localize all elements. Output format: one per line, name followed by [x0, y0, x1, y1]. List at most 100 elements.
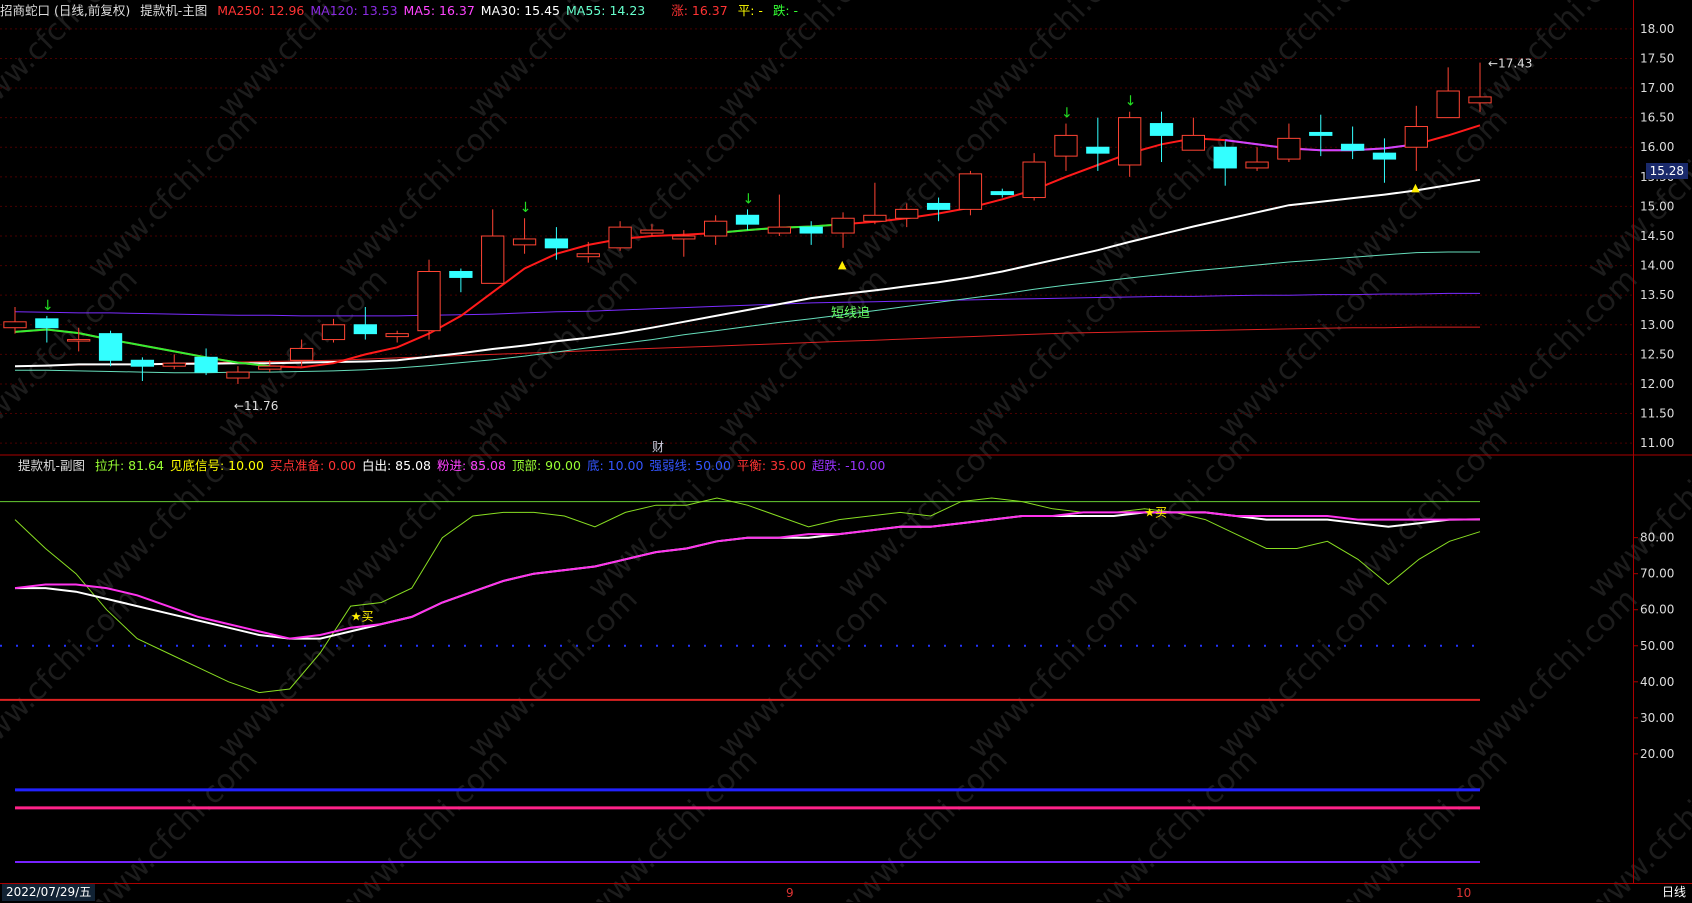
down-arrow-icon: ↓ [1061, 106, 1073, 122]
candle-body [1277, 137, 1301, 160]
candle-body [353, 324, 377, 335]
down-arrow-icon: ↓ [42, 298, 54, 314]
watermark-text: www.cfchi.com [1461, 582, 1645, 766]
candle-body [831, 217, 855, 234]
candle-body [35, 318, 59, 329]
candle-body [576, 253, 600, 258]
candle-body [162, 362, 186, 367]
buy-mark: ★买 [1144, 505, 1167, 519]
sub-indicator-name[interactable]: 提款机-副图 [18, 458, 85, 473]
up-label: 涨: 16.37 [671, 3, 728, 18]
sub-legend-item-9: 超跌: -10.00 [811, 458, 886, 473]
watermark-layer: www.cfchi.com www.cfchi.com www.cfchi.com w… [0, 0, 1692, 902]
candle-body [544, 238, 569, 249]
main-legend-item-3: MA30: 15.45 [480, 3, 561, 18]
candle-body [926, 202, 951, 210]
candle-body [449, 271, 473, 278]
up-triangle-icon: ▲ [1411, 181, 1420, 194]
watermark-text: www.cfchi.com [1081, 422, 1265, 606]
watermark-text: www.cfchi.com [331, 422, 515, 606]
main-legend-item-4: MA55: 14.23 [566, 3, 646, 18]
watermark-text: www.cfchi.com [1331, 422, 1515, 606]
watermark-text: www.cfchi.com [581, 102, 765, 286]
period-label[interactable]: 日线 [1662, 884, 1686, 901]
candle-body [67, 339, 91, 342]
lashen-line [14, 497, 1481, 694]
time-axis[interactable] [0, 883, 1692, 903]
candle-body [895, 208, 919, 219]
watermark-text: www.cfchi.com [81, 102, 265, 286]
down-arrow-icon: ↓ [520, 200, 532, 216]
ma250-line [14, 326, 1480, 367]
candle-body [1468, 96, 1492, 104]
watermark-text: www.cfchi.com [711, 582, 895, 766]
candle-body [321, 324, 346, 341]
stock-name[interactable]: 招商蛇口 (日线,前复权) [0, 3, 130, 18]
watermark-text: www.cfchi.com [1331, 742, 1515, 902]
candle-body [735, 214, 760, 225]
candle-body [1372, 152, 1397, 160]
watermark-text: www.cfchi.com [1211, 582, 1395, 766]
sub-legend-item-1: 见底信号: 10.00 [169, 458, 264, 473]
fenjin-line [14, 511, 1481, 640]
watermark-text: www.cfchi.com [81, 742, 265, 902]
watermark-text: www.cfchi.com [461, 262, 645, 446]
sub-legend-item-7: 强弱线: 50.00 [649, 458, 731, 473]
sub-legend-item-6: 底: 10.00 [586, 458, 644, 473]
candle-body [417, 271, 441, 332]
watermark-text: www.cfchi.com [1461, 262, 1645, 446]
watermark-text: www.cfchi.com [961, 582, 1145, 766]
watermark-text: www.cfchi.com [0, 262, 145, 446]
date-label: 2022/07/29/五 [2, 884, 96, 901]
down-label: 跌: - [772, 3, 799, 18]
candle-body [1181, 134, 1206, 151]
watermark-text: www.cfchi.com [1081, 742, 1265, 902]
watermark-text: www.cfchi.com [961, 262, 1145, 446]
candle-body [1086, 146, 1110, 154]
main-legend-item-1: MA120: 13.53 [310, 3, 398, 18]
candle-body [1054, 134, 1078, 157]
ma30-line [14, 178, 1481, 368]
candle-body [512, 238, 537, 246]
candle-body [98, 333, 123, 361]
watermark-text: www.cfchi.com [581, 422, 765, 606]
candle-body [194, 356, 218, 373]
candle-body [1404, 126, 1428, 148]
fin-mark: 财 [652, 440, 664, 454]
kline-chart[interactable]: www.cfchi.com www.cfchi.com www.cfchi.com w… [0, 0, 1692, 902]
watermark-text: www.cfchi.com [0, 582, 145, 766]
current-price-tag: 15.28 [1645, 163, 1688, 179]
up-triangle-icon: ▲ [838, 258, 847, 271]
sub-legend-item-8: 平衡: 35.00 [736, 458, 806, 473]
candle-body [1436, 90, 1460, 119]
sub-legend-item-5: 顶部: 90.00 [511, 458, 581, 473]
watermark-text: www.cfchi.com [831, 102, 1015, 286]
candle-body [672, 235, 696, 240]
candle-body [1309, 131, 1333, 136]
candle-body [767, 226, 791, 234]
candle-body [863, 214, 887, 222]
flat-label: 平: - [737, 3, 763, 18]
candle-body [289, 347, 314, 361]
sub-legend-item-0: 拉升: 81.64 [95, 458, 164, 473]
main-header: 招商蛇口 (日线,前复权) 提款机-主图 MA250: 12.96 MA120: … [0, 1, 804, 21]
sub-legend-item-2: 买点准备: 0.00 [269, 458, 356, 473]
watermark-text: www.cfchi.com [831, 422, 1015, 606]
candle-body [1245, 161, 1269, 169]
main-indicator-name[interactable]: 提款机-主图 [140, 3, 207, 18]
sub-header: 提款机-副图 拉升: 81.64 见底信号: 10.00 买点准备: 0.00 白出:… [0, 456, 897, 476]
ma120-line [14, 292, 1480, 317]
main-legend-item-2: MA5: 16.37 [403, 3, 475, 18]
down-arrow-icon: ↓ [1125, 94, 1137, 110]
sub-legend-item-3: 白出: 85.08 [362, 458, 431, 473]
candle-body [640, 229, 664, 234]
price-axis[interactable] [1633, 0, 1692, 883]
watermark-text: www.cfchi.com [831, 742, 1015, 902]
watermark-text: www.cfchi.com [331, 742, 515, 902]
candle-body [1022, 161, 1046, 199]
down-arrow-icon: ↓ [743, 191, 755, 207]
candle-body [990, 191, 1014, 196]
baichu-line [15, 511, 1481, 640]
buy-mark: ★买 [351, 610, 374, 624]
candle-body [1340, 143, 1365, 151]
